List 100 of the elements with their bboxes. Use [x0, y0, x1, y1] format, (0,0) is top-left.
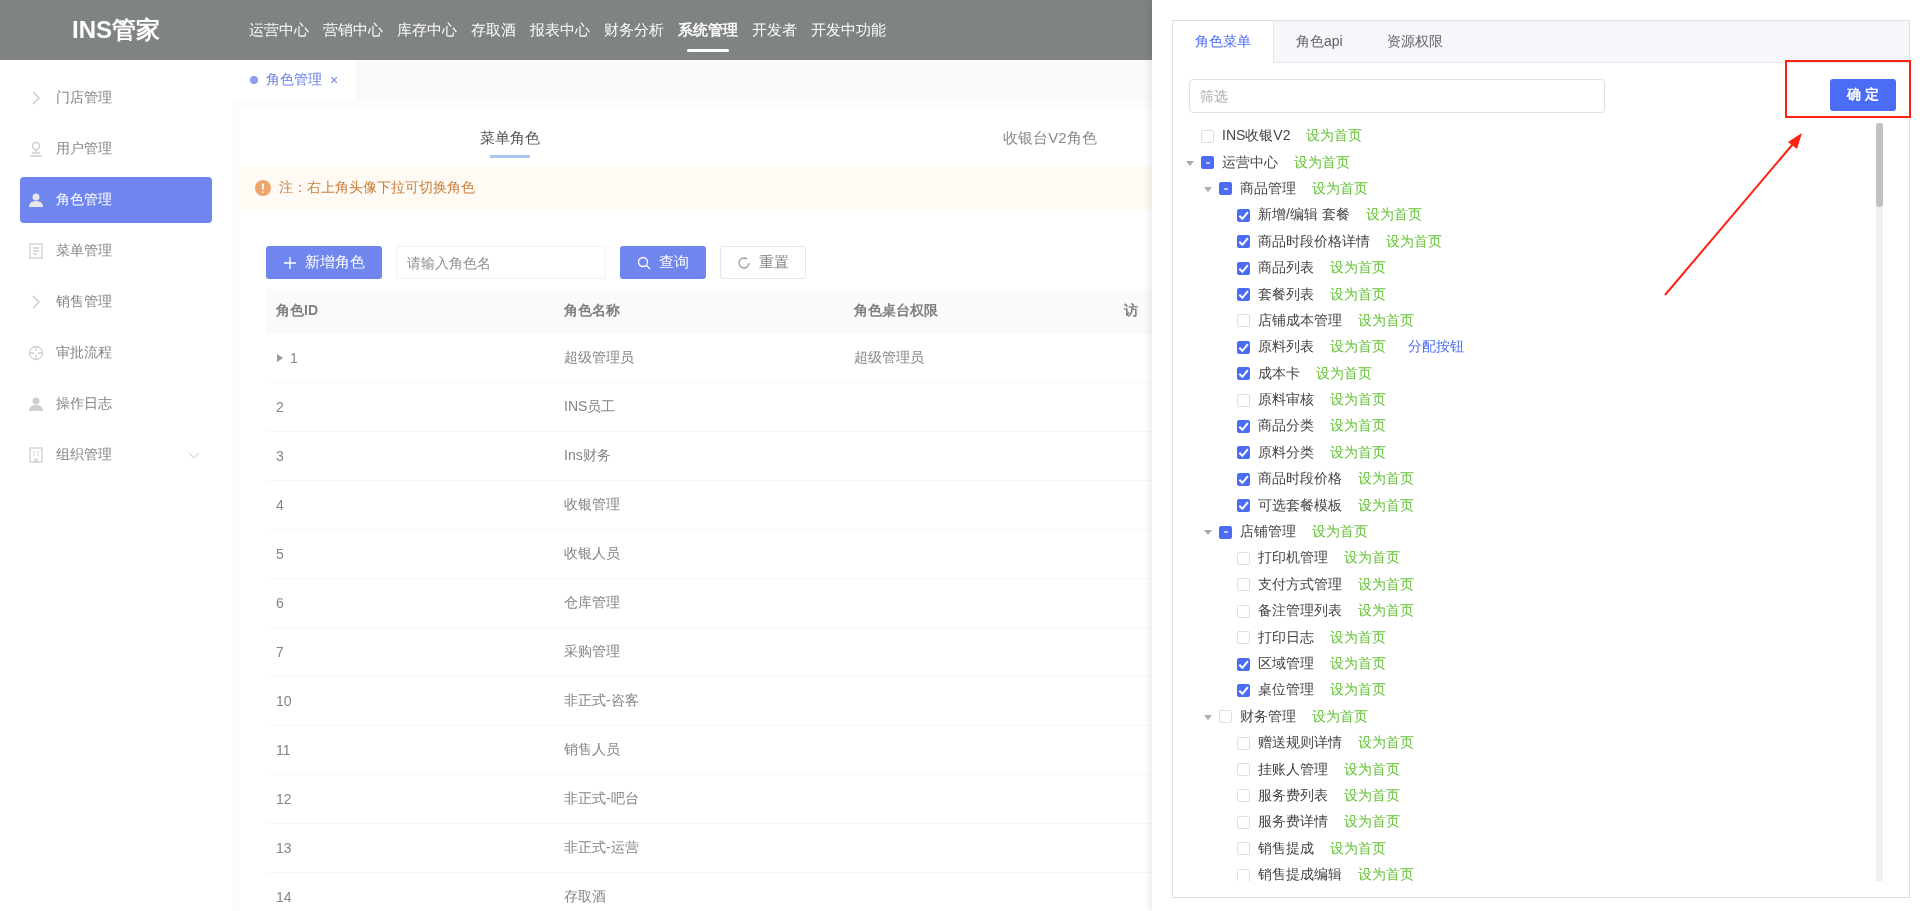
checkbox[interactable] [1237, 420, 1250, 433]
add-role-button[interactable]: 新增角色 [266, 246, 382, 279]
set-homepage-link[interactable]: 设为首页 [1330, 681, 1386, 700]
tree-item-label[interactable]: 桌位管理 [1258, 681, 1314, 700]
tree-item-label[interactable]: 套餐列表 [1258, 285, 1314, 304]
tree-item-label[interactable]: 销售提成编辑 [1258, 866, 1342, 881]
checkbox[interactable] [1237, 340, 1250, 354]
role-tab[interactable]: 菜单角色 [240, 110, 780, 166]
assign-buttons-link[interactable]: 分配按钮 [1408, 338, 1464, 357]
set-homepage-link[interactable]: 设为首页 [1306, 127, 1363, 146]
tree-item-label[interactable]: 成本卡 [1258, 364, 1300, 383]
tree-item-label[interactable]: 服务费列表 [1258, 786, 1328, 805]
set-homepage-link[interactable]: 设为首页 [1312, 179, 1368, 198]
set-homepage-link[interactable]: 设为首页 [1330, 655, 1386, 673]
checkbox[interactable] [1237, 235, 1250, 249]
set-homepage-link[interactable]: 设为首页 [1358, 496, 1414, 515]
sidebar-item[interactable]: 用户管理 [20, 126, 212, 172]
set-homepage-link[interactable]: 设为首页 [1330, 628, 1386, 647]
tree-item-label[interactable]: 服务费详情 [1258, 813, 1328, 832]
set-homepage-link[interactable]: 设为首页 [1344, 760, 1400, 779]
checkbox[interactable] [1237, 446, 1250, 460]
sidebar-item[interactable]: 操作日志 [20, 381, 212, 427]
set-homepage-link[interactable]: 设为首页 [1330, 285, 1386, 304]
nav-tab[interactable]: 系统管理 [671, 0, 745, 60]
set-homepage-link[interactable]: 设为首页 [1358, 734, 1414, 753]
scrollbar[interactable] [1876, 123, 1883, 881]
drawer-tab[interactable]: 角色api [1274, 21, 1365, 62]
sidebar-item[interactable]: 菜单管理 [20, 228, 212, 274]
tree-item-label[interactable]: 商品列表 [1258, 259, 1314, 278]
tree-item-label[interactable]: 挂账人管理 [1258, 760, 1328, 779]
tree-item-label[interactable]: INS收银V2 [1222, 127, 1291, 146]
set-homepage-link[interactable]: 设为首页 [1330, 338, 1386, 357]
checkbox[interactable] [1219, 182, 1232, 196]
tree-item-label[interactable]: 原料审核 [1258, 391, 1314, 410]
sidebar-item[interactable]: 门店管理 [20, 75, 212, 121]
sidebar-item[interactable]: 组织管理 [20, 432, 212, 478]
tree-item-label[interactable]: 赠送规则详情 [1258, 734, 1342, 753]
checkbox[interactable] [1237, 367, 1250, 381]
checkbox[interactable] [1201, 156, 1214, 170]
tree-item-label[interactable]: 销售提成 [1258, 839, 1314, 858]
drawer-tab[interactable]: 角色菜单 [1173, 21, 1274, 63]
set-homepage-link[interactable]: 设为首页 [1312, 523, 1368, 542]
nav-tab[interactable]: 财务分析 [597, 0, 671, 60]
set-homepage-link[interactable]: 设为首页 [1294, 153, 1350, 172]
checkbox[interactable] [1237, 683, 1250, 697]
set-homepage-link[interactable]: 设为首页 [1330, 417, 1386, 436]
sidebar-item[interactable]: 销售管理 [20, 279, 212, 325]
tree-item-label[interactable]: 支付方式管理 [1258, 575, 1342, 594]
set-homepage-link[interactable]: 设为首页 [1358, 575, 1414, 594]
reset-button[interactable]: 重置 [720, 246, 806, 279]
page-tab[interactable]: 角色管理 × [232, 60, 357, 100]
tree-item-label[interactable]: 可选套餐模板 [1258, 496, 1342, 515]
expand-icon[interactable] [276, 353, 284, 363]
set-homepage-link[interactable]: 设为首页 [1330, 391, 1386, 410]
tree-item-label[interactable]: 打印机管理 [1258, 549, 1328, 568]
nav-tab[interactable]: 开发者 [745, 0, 804, 60]
tree-item-label[interactable]: 商品分类 [1258, 417, 1314, 436]
checkbox[interactable] [1237, 261, 1250, 275]
set-homepage-link[interactable]: 设为首页 [1365, 206, 1422, 225]
nav-tab[interactable]: 营销中心 [316, 0, 390, 60]
nav-tab[interactable]: 运营中心 [242, 0, 316, 60]
set-homepage-link[interactable]: 设为首页 [1330, 443, 1386, 462]
checkbox[interactable] [1237, 472, 1250, 486]
nav-tab[interactable]: 存取酒 [464, 0, 523, 60]
tree-item-label[interactable]: 新增/编辑 套餐 [1258, 206, 1350, 225]
set-homepage-link[interactable]: 设为首页 [1386, 232, 1442, 251]
checkbox[interactable] [1237, 208, 1250, 222]
tree-item-label[interactable]: 商品时段价格详情 [1258, 232, 1370, 251]
set-homepage-link[interactable]: 设为首页 [1330, 259, 1386, 278]
set-homepage-link[interactable]: 设为首页 [1358, 866, 1414, 881]
nav-tab[interactable]: 库存中心 [390, 0, 464, 60]
tree-item-label[interactable]: 财务管理 [1240, 707, 1296, 726]
tree-item-label[interactable]: 原料列表 [1258, 338, 1314, 357]
tree-item-label[interactable]: 商品时段价格 [1258, 470, 1342, 489]
set-homepage-link[interactable]: 设为首页 [1358, 311, 1414, 330]
set-homepage-link[interactable]: 设为首页 [1358, 602, 1414, 621]
checkbox[interactable] [1237, 657, 1250, 671]
close-button[interactable]: × [330, 72, 339, 88]
role-name-input[interactable]: 请输入角色名 [396, 246, 606, 279]
set-homepage-link[interactable]: 设为首页 [1312, 707, 1368, 726]
checkbox[interactable] [1237, 499, 1250, 513]
set-homepage-link[interactable]: 设为首页 [1358, 470, 1414, 489]
tree-item-label[interactable]: 运营中心 [1222, 153, 1278, 172]
set-homepage-link[interactable]: 设为首页 [1330, 839, 1386, 858]
checkbox[interactable] [1219, 525, 1232, 539]
tree-item-label[interactable]: 店铺成本管理 [1258, 311, 1342, 330]
tree-item-label[interactable]: 备注管理列表 [1258, 602, 1342, 621]
tree-item-label[interactable]: 区域管理 [1258, 655, 1314, 673]
drawer-tab[interactable]: 资源权限 [1364, 21, 1465, 62]
query-button[interactable]: 查询 [620, 246, 706, 279]
checkbox[interactable] [1237, 288, 1250, 302]
set-homepage-link[interactable]: 设为首页 [1344, 549, 1400, 568]
set-homepage-link[interactable]: 设为首页 [1344, 813, 1400, 832]
nav-tab[interactable]: 报表中心 [523, 0, 597, 60]
nav-tab[interactable]: 开发中功能 [804, 0, 893, 60]
filter-input[interactable]: 筛选 [1189, 79, 1605, 113]
tree-item-label[interactable]: 商品管理 [1240, 179, 1296, 198]
confirm-button[interactable]: 确 定 [1830, 79, 1896, 111]
set-homepage-link[interactable]: 设为首页 [1316, 364, 1372, 383]
sidebar-item[interactable]: 角色管理 [20, 177, 212, 223]
